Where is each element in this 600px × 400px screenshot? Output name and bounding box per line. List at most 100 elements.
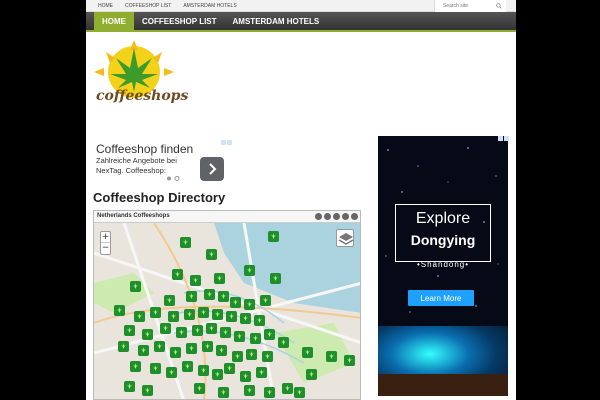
top-link-home[interactable]: HOME bbox=[98, 3, 113, 9]
coffeeshop-marker-icon[interactable] bbox=[246, 349, 257, 360]
coffeeshop-marker-icon[interactable] bbox=[124, 325, 135, 336]
coffeeshop-marker-icon[interactable] bbox=[124, 381, 135, 392]
logo-text[interactable]: coffeeshops bbox=[96, 88, 188, 104]
coffeeshop-marker-icon[interactable] bbox=[176, 327, 187, 338]
coffeeshop-marker-icon[interactable] bbox=[212, 309, 223, 320]
coffeeshop-marker-icon[interactable] bbox=[244, 299, 255, 310]
search-icon[interactable] bbox=[496, 3, 502, 9]
coffeeshop-marker-icon[interactable] bbox=[250, 333, 261, 344]
coffeeshop-marker-icon[interactable] bbox=[220, 327, 231, 338]
coffeeshop-marker-icon[interactable] bbox=[206, 323, 217, 334]
adchoices-icon[interactable] bbox=[221, 140, 226, 145]
coffeeshop-marker-icon[interactable] bbox=[198, 307, 209, 318]
coffeeshop-marker-icon[interactable] bbox=[224, 363, 235, 374]
text-ad[interactable]: Coffeeshop finden Zahlreiche Angebote be… bbox=[93, 138, 233, 186]
coffeeshop-marker-icon[interactable] bbox=[326, 351, 337, 362]
nav-item-amsterdam-hotels[interactable]: AMSTERDAM HOTELS bbox=[225, 12, 328, 30]
ad-close-icon[interactable] bbox=[227, 140, 232, 145]
ad-title[interactable]: Coffeeshop finden bbox=[96, 142, 193, 156]
coffeeshop-marker-icon[interactable] bbox=[262, 351, 273, 362]
coffeeshop-marker-icon[interactable] bbox=[142, 385, 153, 396]
settings-icon[interactable] bbox=[342, 213, 349, 220]
coffeeshop-marker-icon[interactable] bbox=[190, 275, 201, 286]
sidebar-adchoices-icon[interactable] bbox=[498, 136, 503, 141]
coffeeshop-marker-icon[interactable] bbox=[150, 307, 161, 318]
coffeeshop-marker-icon[interactable] bbox=[204, 289, 215, 300]
coffeeshop-marker-icon[interactable] bbox=[226, 311, 237, 322]
globe-icon[interactable] bbox=[315, 213, 322, 220]
learn-more-button[interactable]: Learn More bbox=[408, 290, 474, 306]
ad-line-explore: Explore bbox=[415, 210, 471, 227]
coffeeshop-marker-icon[interactable] bbox=[244, 265, 255, 276]
coffeeshop-marker-icon[interactable] bbox=[278, 337, 289, 348]
fullscreen-icon[interactable] bbox=[324, 213, 331, 220]
coffeeshop-marker-icon[interactable] bbox=[218, 387, 229, 398]
coffeeshop-marker-icon[interactable] bbox=[134, 311, 145, 322]
coffeeshop-marker-icon[interactable] bbox=[184, 309, 195, 320]
coffeeshop-marker-icon[interactable] bbox=[344, 355, 355, 366]
coffeeshop-marker-icon[interactable] bbox=[198, 365, 209, 376]
coffeeshop-marker-icon[interactable] bbox=[194, 383, 205, 394]
zoom-in-button[interactable]: + bbox=[101, 232, 110, 243]
coffeeshop-marker-icon[interactable] bbox=[118, 341, 129, 352]
coffeeshop-marker-icon[interactable] bbox=[186, 291, 197, 302]
zoom-out-button[interactable]: − bbox=[101, 243, 110, 254]
coffeeshop-marker-icon[interactable] bbox=[154, 341, 165, 352]
sidebar-ad-close-icon[interactable] bbox=[504, 136, 509, 141]
coffeeshop-marker-icon[interactable] bbox=[180, 237, 191, 248]
coffeeshop-marker-icon[interactable] bbox=[268, 231, 279, 242]
coffeeshop-marker-icon[interactable] bbox=[256, 367, 267, 378]
coffeeshop-marker-icon[interactable] bbox=[186, 343, 197, 354]
info-icon[interactable] bbox=[351, 213, 358, 220]
coffeeshop-marker-icon[interactable] bbox=[264, 387, 275, 398]
coffeeshop-marker-icon[interactable] bbox=[150, 363, 161, 374]
ad-text: Zahlreiche Angebote bei NexTag. Coffeesh… bbox=[96, 156, 177, 175]
coffeeshop-marker-icon[interactable] bbox=[130, 361, 141, 372]
coffeeshop-marker-icon[interactable] bbox=[270, 273, 281, 284]
coffeeshop-marker-icon[interactable] bbox=[212, 369, 223, 380]
nav-item-coffeeshop-list[interactable]: COFFEESHOP LIST bbox=[134, 12, 225, 30]
coffeeshop-marker-icon[interactable] bbox=[130, 281, 141, 292]
coffeeshop-marker-icon[interactable] bbox=[234, 331, 245, 342]
coffeeshop-marker-icon[interactable] bbox=[240, 371, 251, 382]
coffeeshop-map[interactable]: Netherlands Coffeeshops + − bbox=[93, 210, 361, 400]
coffeeshop-marker-icon[interactable] bbox=[244, 385, 255, 396]
coffeeshop-marker-icon[interactable] bbox=[254, 315, 265, 326]
coffeeshop-marker-icon[interactable] bbox=[164, 295, 175, 306]
sidebar-ad[interactable]: Explore Dongying •Shandong• Learn More bbox=[378, 136, 508, 396]
search-input[interactable] bbox=[443, 2, 493, 10]
coffeeshop-marker-icon[interactable] bbox=[160, 323, 171, 334]
coffeeshop-marker-icon[interactable] bbox=[302, 347, 313, 358]
ad-image-rocks bbox=[378, 374, 508, 396]
coffeeshop-marker-icon[interactable] bbox=[142, 329, 153, 340]
coffeeshop-marker-icon[interactable] bbox=[260, 295, 271, 306]
coffeeshop-marker-icon[interactable] bbox=[218, 291, 229, 302]
coffeeshop-marker-icon[interactable] bbox=[138, 345, 149, 356]
grid-icon[interactable] bbox=[333, 213, 340, 220]
coffeeshop-marker-icon[interactable] bbox=[230, 297, 241, 308]
coffeeshop-marker-icon[interactable] bbox=[214, 273, 225, 284]
coffeeshop-marker-icon[interactable] bbox=[206, 249, 217, 260]
coffeeshop-marker-icon[interactable] bbox=[232, 351, 243, 362]
coffeeshop-marker-icon[interactable] bbox=[166, 367, 177, 378]
ad-next-button[interactable] bbox=[200, 157, 224, 181]
coffeeshop-marker-icon[interactable] bbox=[168, 311, 179, 322]
nav-item-home[interactable]: HOME bbox=[94, 12, 134, 30]
coffeeshop-marker-icon[interactable] bbox=[202, 341, 213, 352]
top-link-amsterdam-hotels[interactable]: AMSTERDAM HOTELS bbox=[183, 3, 236, 9]
coffeeshop-marker-icon[interactable] bbox=[294, 387, 305, 398]
coffeeshop-marker-icon[interactable] bbox=[170, 347, 181, 358]
top-bar bbox=[0, 0, 600, 12]
top-link-coffeeshop-list[interactable]: COFFEESHOP LIST bbox=[125, 3, 171, 9]
coffeeshop-marker-icon[interactable] bbox=[306, 369, 317, 380]
coffeeshop-marker-icon[interactable] bbox=[264, 329, 275, 340]
ad-pagination bbox=[167, 176, 180, 181]
coffeeshop-marker-icon[interactable] bbox=[282, 383, 293, 394]
coffeeshop-marker-icon[interactable] bbox=[114, 305, 125, 316]
coffeeshop-marker-icon[interactable] bbox=[240, 313, 251, 324]
coffeeshop-marker-icon[interactable] bbox=[172, 269, 183, 280]
coffeeshop-marker-icon[interactable] bbox=[192, 325, 203, 336]
layers-button[interactable] bbox=[336, 229, 354, 247]
coffeeshop-marker-icon[interactable] bbox=[216, 345, 227, 356]
coffeeshop-marker-icon[interactable] bbox=[182, 361, 193, 372]
